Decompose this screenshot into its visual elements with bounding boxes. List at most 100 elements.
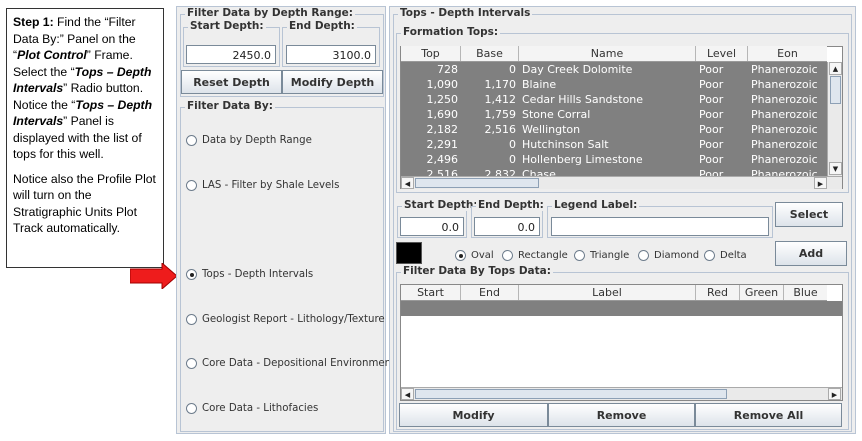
scroll-left-arrow-icon[interactable]: ◀: [401, 177, 414, 189]
formation-top-cell: 2,832: [484, 168, 517, 176]
remove-button[interactable]: Remove: [548, 403, 695, 427]
red-arrow-pointer: [130, 263, 178, 289]
shape-triangle-radio[interactable]: [574, 250, 585, 261]
radio-las-shale[interactable]: LAS - Filter by Shale Levels: [186, 180, 339, 191]
formation-top-cell: Phanerozoic: [751, 123, 818, 136]
formation-top-cell: Stone Corral: [522, 108, 591, 121]
radio-geologist-report[interactable]: Geologist Report - Lithology/Texture: [186, 314, 385, 325]
col-header-green[interactable]: Green: [740, 285, 784, 300]
end-depth-input[interactable]: 3100.0: [286, 45, 376, 64]
tops-end-depth-input[interactable]: 0.0: [474, 217, 540, 236]
formation-top-cell: Chase: [522, 168, 556, 176]
col-header-base[interactable]: Base: [461, 46, 519, 61]
depth-range-title: Filter Data by Depth Range:: [185, 7, 355, 19]
formation-tops-header: Top Base Name Level Eon: [401, 46, 827, 62]
scroll-right-arrow-icon[interactable]: ▶: [814, 177, 827, 189]
instruction-run: Step 1:: [13, 15, 54, 29]
formation-top-cell: Poor: [699, 63, 724, 76]
radio-label-las-shale: LAS - Filter by Shale Levels: [202, 180, 340, 191]
formation-top-cell: Phanerozoic: [751, 93, 818, 106]
radio-circle-core-lithofacies[interactable]: [186, 403, 197, 414]
radio-label-depth-range: Data by Depth Range: [202, 135, 312, 146]
radio-label-core-depositional: Core Data - Depositional Environment: [202, 358, 396, 369]
radio-core-lithofacies[interactable]: Core Data - Lithofacies: [186, 403, 318, 414]
formation-top-cell: 1,250: [426, 93, 459, 106]
col-header-start[interactable]: Start: [401, 285, 461, 300]
remove-all-button[interactable]: Remove All: [695, 403, 842, 427]
formation-tops-title: Formation Tops:: [401, 26, 501, 38]
filter-tops-selected-row[interactable]: [401, 301, 842, 316]
scroll-down-arrow-icon[interactable]: ▼: [829, 162, 842, 175]
instruction-run: Plot Control: [17, 48, 87, 62]
radio-circle-geologist[interactable]: [186, 314, 197, 325]
formation-top-cell: Phanerozoic: [751, 63, 818, 76]
start-depth-label: Start Depth:: [188, 20, 266, 32]
col-header-top[interactable]: Top: [401, 46, 461, 61]
col-header-level[interactable]: Level: [696, 46, 748, 61]
radio-circle-core-depositional[interactable]: [186, 358, 197, 369]
radio-circle-tops-depth[interactable]: [186, 269, 197, 280]
radio-label-core-lithofacies: Core Data - Lithofacies: [202, 403, 319, 414]
start-depth-input[interactable]: 2450.0: [186, 45, 276, 64]
formation-top-row[interactable]: 1,690 1,759 Stone Corral Poor Phanerozoic: [401, 107, 827, 122]
shape-oval-radio[interactable]: [455, 250, 466, 261]
color-swatch[interactable]: [396, 242, 422, 264]
formation-top-row[interactable]: 1,090 1,170 Blaine Poor Phanerozoic: [401, 77, 827, 92]
formation-top-cell: Poor: [699, 168, 724, 176]
formation-top-cell: Poor: [699, 78, 724, 91]
formation-top-row[interactable]: 2,182 2,516 Wellington Poor Phanerozoic: [401, 122, 827, 137]
select-button[interactable]: Select: [775, 202, 843, 227]
shape-delta-label: Delta: [720, 250, 747, 261]
formation-top-cell: Wellington: [522, 123, 581, 136]
formation-top-row[interactable]: 1,250 1,412 Cedar Hills Sandstone Poor Phane…: [401, 92, 827, 107]
reset-depth-button[interactable]: Reset Depth: [181, 70, 282, 94]
formation-tops-vscroll[interactable]: ▲ ▼: [827, 62, 842, 176]
col-header-red[interactable]: Red: [696, 285, 740, 300]
instruction-step1: Step 1: Find the “Filter Data By:” Panel…: [13, 14, 159, 163]
col-header-end[interactable]: End: [461, 285, 519, 300]
legend-label-input[interactable]: [551, 217, 769, 236]
filter-scroll-right-arrow-icon[interactable]: ▶: [828, 388, 841, 400]
formation-top-cell: Poor: [699, 123, 724, 136]
tops-start-depth-input[interactable]: 0.0: [400, 217, 464, 236]
formation-top-cell: Hutchinson Salt: [522, 138, 609, 151]
formation-top-row[interactable]: 2,496 0 Hollenberg Limestone Poor Phanerozoi…: [401, 152, 827, 167]
radio-core-depositional[interactable]: Core Data - Depositional Environment: [186, 358, 395, 369]
formation-top-cell: 728: [437, 63, 458, 76]
filter-tops-hscroll[interactable]: ◀ ▶: [401, 387, 842, 400]
col-header-name[interactable]: Name: [519, 46, 696, 61]
shape-oval-label: Oval: [471, 250, 494, 261]
scroll-up-arrow-icon[interactable]: ▲: [829, 62, 842, 75]
modify-button[interactable]: Modify: [399, 403, 548, 427]
radio-circle-las-shale[interactable]: [186, 180, 197, 191]
filter-scroll-left-arrow-icon[interactable]: ◀: [401, 388, 414, 400]
radio-circle-depth-range[interactable]: [186, 135, 197, 146]
formation-top-row[interactable]: 2,516 2,832 Chase Poor Phanerozoic: [401, 167, 827, 176]
shape-diamond-radio[interactable]: [638, 250, 649, 261]
formation-top-cell: Poor: [699, 108, 724, 121]
shape-delta-radio[interactable]: [704, 250, 715, 261]
shape-oval-option[interactable]: Oval: [455, 250, 494, 261]
formation-top-cell: Phanerozoic: [751, 108, 818, 121]
filter-hscroll-thumb[interactable]: [415, 389, 727, 399]
shape-diamond-option[interactable]: Diamond: [638, 250, 699, 261]
formation-top-row[interactable]: 2,291 0 Hutchinson Salt Poor Phanerozoic: [401, 137, 827, 152]
col-header-label[interactable]: Label: [519, 285, 696, 300]
col-header-eon[interactable]: Eon: [748, 46, 827, 61]
scroll-thumb[interactable]: [830, 76, 841, 104]
radio-label-geologist: Geologist Report - Lithology/Texture: [202, 314, 385, 325]
formation-tops-hscroll[interactable]: ◀ ▶: [401, 176, 842, 189]
modify-depth-button[interactable]: Modify Depth: [282, 70, 383, 94]
shape-triangle-option[interactable]: Triangle: [574, 250, 629, 261]
col-header-blue[interactable]: Blue: [784, 285, 827, 300]
shape-rectangle-radio[interactable]: [502, 250, 513, 261]
formation-top-row[interactable]: 728 0 Day Creek Dolomite Poor Phanerozoic: [401, 62, 827, 77]
add-button[interactable]: Add: [775, 241, 847, 266]
hscroll-thumb[interactable]: [415, 178, 539, 188]
shape-rectangle-option[interactable]: Rectangle: [502, 250, 568, 261]
instruction-note: Step 1: Find the “Filter Data By:” Panel…: [6, 8, 164, 268]
shape-delta-option[interactable]: Delta: [704, 250, 747, 261]
radio-data-by-depth-range[interactable]: Data by Depth Range: [186, 135, 312, 146]
radio-tops-depth-intervals[interactable]: Tops - Depth Intervals: [186, 269, 313, 280]
end-depth-label: End Depth:: [287, 20, 357, 32]
